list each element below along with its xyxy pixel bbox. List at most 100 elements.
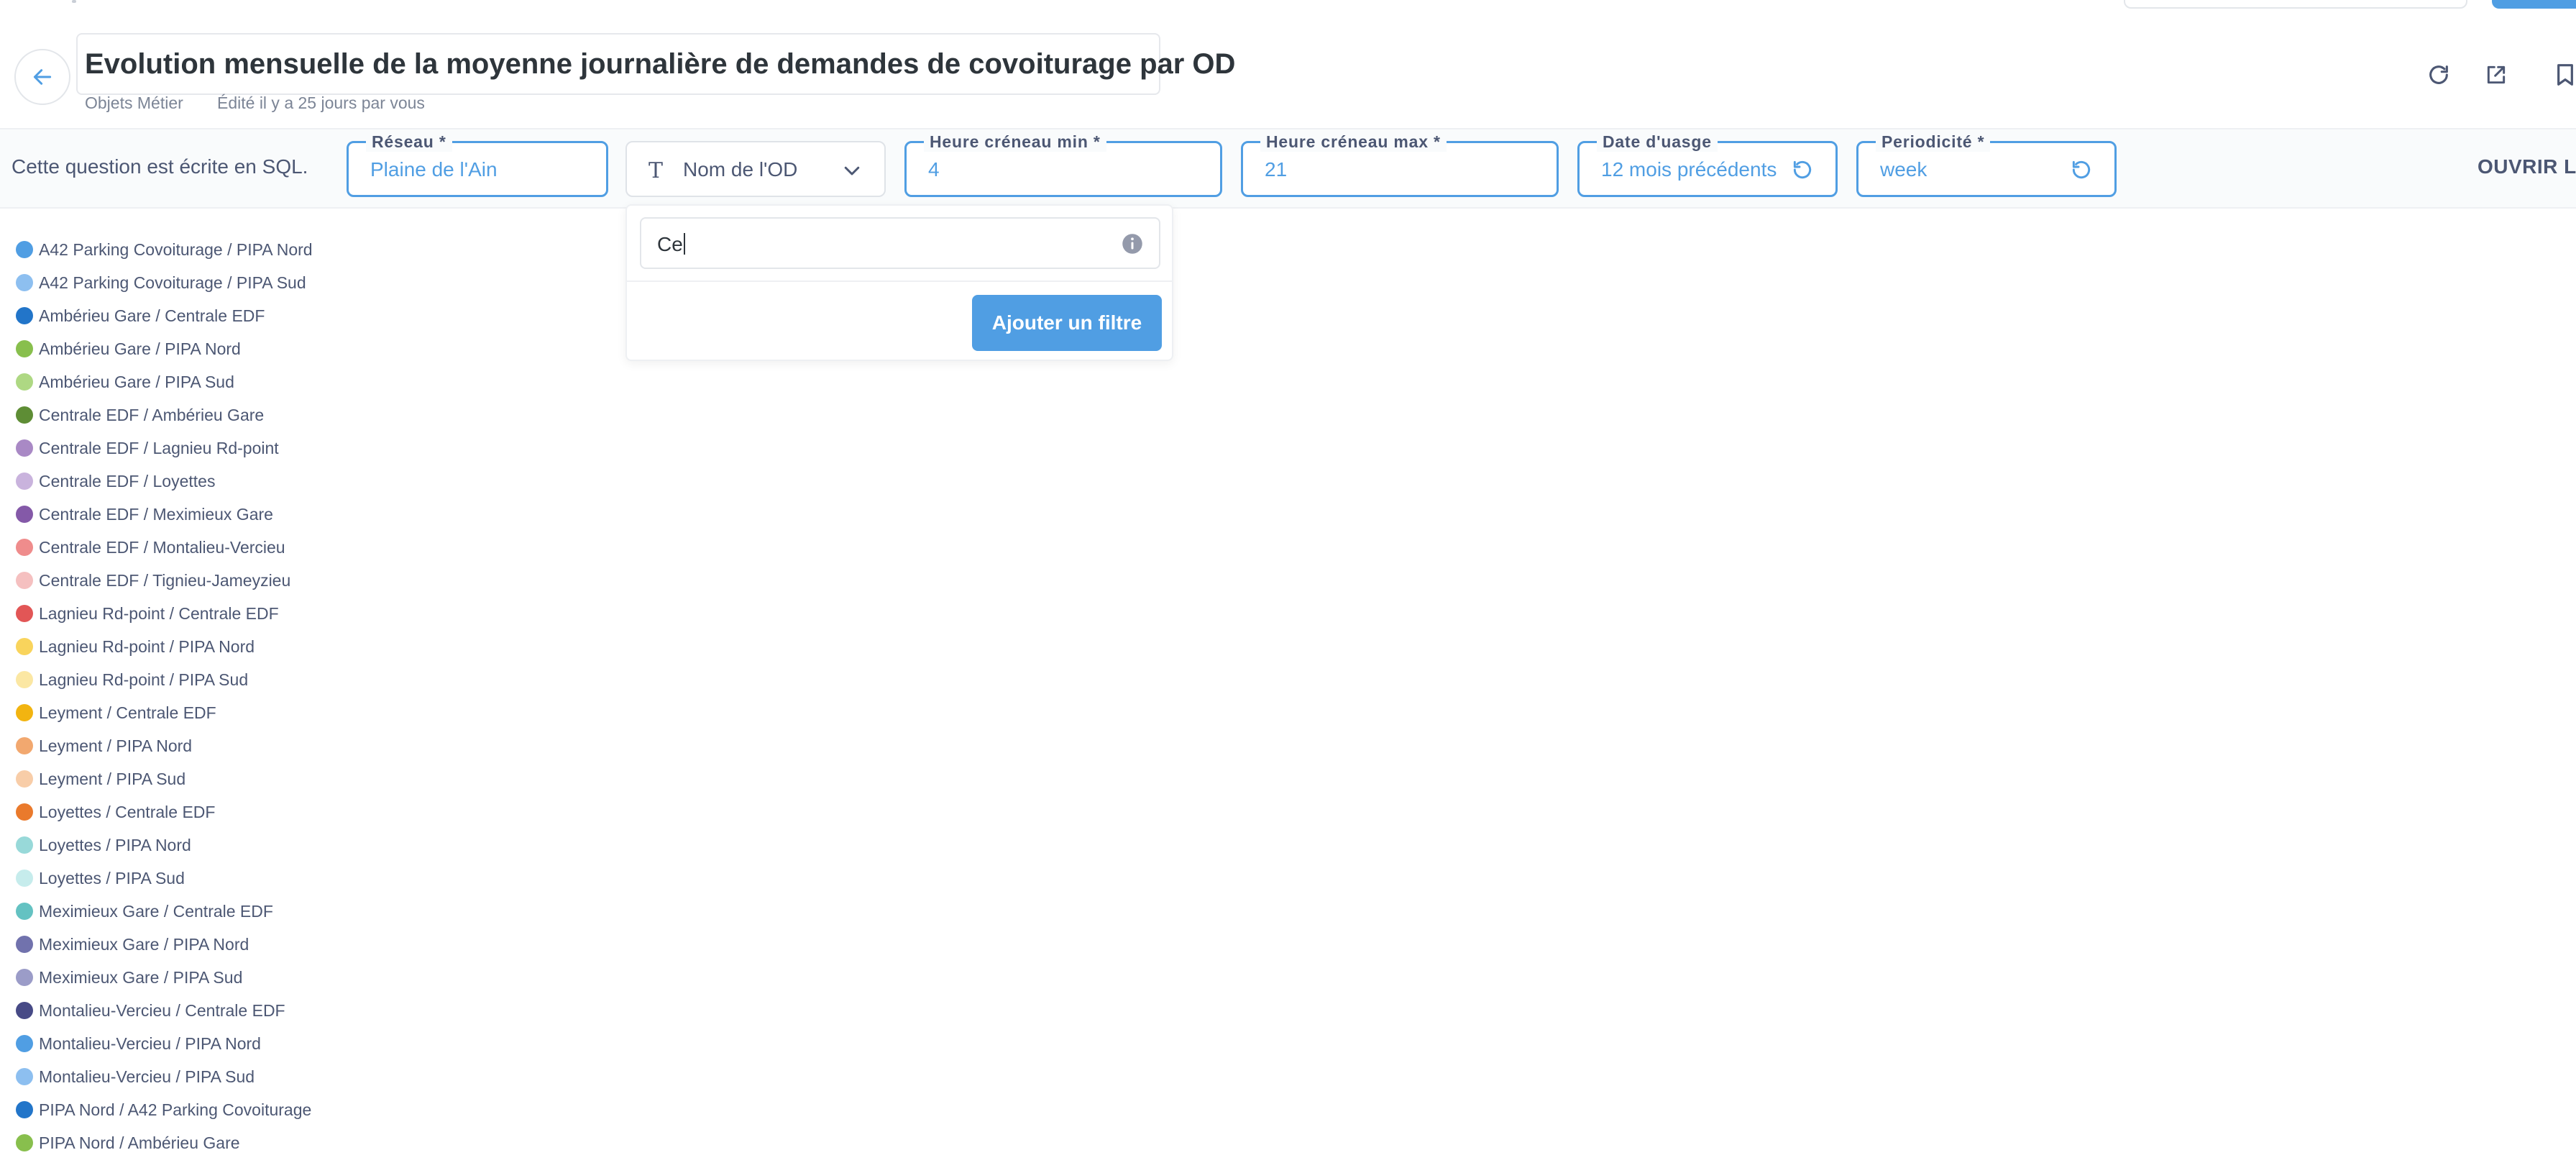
new-button[interactable]	[2492, 0, 2576, 9]
legend-color-dot	[16, 836, 33, 854]
legend-item[interactable]: Montalieu-Vercieu / Centrale EDF	[16, 994, 313, 1027]
legend-item[interactable]: Montalieu-Vercieu / PIPA Nord	[16, 1027, 313, 1060]
legend-item[interactable]: Centrale EDF / Loyettes	[16, 465, 313, 498]
legend-item[interactable]: Centrale EDF / Meximieux Gare	[16, 498, 313, 531]
legend-item-label: Centrale EDF / Meximieux Gare	[39, 504, 273, 524]
param-periodicite[interactable]: Periodicité * week	[1856, 132, 2117, 197]
legend-item[interactable]: PIPA Nord / A42 Parking Covoiturage	[16, 1093, 313, 1126]
legend-color-dot	[16, 1101, 33, 1118]
legend-item[interactable]: PIPA Nord / Ambérieu Gare	[16, 1126, 313, 1159]
legend-color-dot	[16, 671, 33, 688]
legend-item[interactable]: Leyment / Centrale EDF	[16, 696, 313, 729]
legend-item-label: Ambérieu Gare / PIPA Nord	[39, 339, 241, 358]
legend-item-label: Montalieu-Vercieu / PIPA Sud	[39, 1067, 255, 1086]
legend-item[interactable]: Lagnieu Rd-point / PIPA Nord	[16, 630, 313, 663]
legend-color-dot	[16, 307, 33, 324]
bookmark-button[interactable]	[2549, 59, 2576, 91]
chart-legend: A42 Parking Covoiturage / PIPA Nord A42 P…	[16, 233, 313, 1159]
legend-color-dot	[16, 439, 33, 457]
legend-item-label: Loyettes / PIPA Sud	[39, 868, 185, 888]
legend-item-label: Centrale EDF / Lagnieu Rd-point	[39, 438, 279, 457]
share-button[interactable]	[2480, 59, 2512, 91]
legend-item[interactable]: Loyettes / PIPA Sud	[16, 862, 313, 895]
legend-item-label: Leyment / PIPA Nord	[39, 736, 193, 755]
legend-color-dot	[16, 1134, 33, 1151]
legend-item[interactable]: Meximieux Gare / Centrale EDF	[16, 895, 313, 928]
legend-item[interactable]: Centrale EDF / Montalieu-Vercieu	[16, 531, 313, 564]
collection-link[interactable]: Objets Métier	[85, 93, 183, 113]
param-heure-min[interactable]: Heure créneau min * 4	[904, 132, 1222, 197]
legend-color-dot	[16, 803, 33, 821]
param-date-usage[interactable]: Date d'uasge 12 mois précédents	[1577, 132, 1838, 197]
legend-item[interactable]: Montalieu-Vercieu / PIPA Sud	[16, 1060, 313, 1093]
legend-color-dot	[16, 936, 33, 953]
legend-item[interactable]: Ambérieu Gare / Centrale EDF	[16, 299, 313, 332]
add-filter-button[interactable]: Ajouter un filtre	[972, 295, 1162, 351]
question-title-field[interactable]: Evolution mensuelle de la moyenne journa…	[76, 33, 1235, 95]
legend-item[interactable]: Meximieux Gare / PIPA Nord	[16, 928, 313, 961]
legend-item-label: Centrale EDF / Tignieu-Jameyzieu	[39, 570, 291, 590]
legend-item-label: Centrale EDF / Ambérieu Gare	[39, 405, 265, 424]
legend-color-dot	[16, 1068, 33, 1085]
reset-icon[interactable]	[1791, 158, 1814, 181]
legend-item[interactable]: Loyettes / PIPA Nord	[16, 829, 313, 862]
legend-item-label: Lagnieu Rd-point / PIPA Sud	[39, 670, 249, 689]
legend-item-label: Leyment / Centrale EDF	[39, 703, 216, 722]
legend-item[interactable]: Ambérieu Gare / PIPA Sud	[16, 365, 313, 398]
legend-item-label: Montalieu-Vercieu / PIPA Nord	[39, 1034, 261, 1053]
legend-color-dot	[16, 473, 33, 490]
search-bar[interactable]	[2124, 0, 2467, 9]
legend-item-label: Meximieux Gare / Centrale EDF	[39, 901, 273, 921]
legend-item[interactable]: A42 Parking Covoiturage / PIPA Nord	[16, 233, 313, 266]
legend-item[interactable]: Lagnieu Rd-point / PIPA Sud	[16, 663, 313, 696]
legend-color-dot	[16, 572, 33, 589]
share-icon	[2487, 65, 2506, 84]
legend-item-label: Lagnieu Rd-point / Centrale EDF	[39, 603, 279, 623]
legend-item-label: Meximieux Gare / PIPA Nord	[39, 934, 249, 954]
sql-note: Cette question est écrite en SQL.	[12, 155, 308, 178]
legend-color-dot	[16, 539, 33, 556]
text-type-icon: T	[648, 158, 664, 183]
back-button[interactable]	[14, 49, 70, 105]
info-icon[interactable]	[1122, 233, 1143, 255]
text-caret	[683, 233, 685, 255]
legend-item[interactable]: Ambérieu Gare / PIPA Nord	[16, 332, 313, 365]
legend-color-dot	[16, 605, 33, 622]
legend-item[interactable]: Lagnieu Rd-point / Centrale EDF	[16, 597, 313, 630]
last-edited-info[interactable]: Édité il y a 25 jours par vous	[217, 93, 425, 113]
legend-item[interactable]: Meximieux Gare / PIPA Sud	[16, 961, 313, 994]
refresh-button[interactable]	[2423, 59, 2454, 91]
legend-item-label: Ambérieu Gare / Centrale EDF	[39, 306, 265, 325]
legend-color-dot	[16, 870, 33, 887]
legend-color-dot	[16, 1002, 33, 1019]
param-od-filter[interactable]: T Nom de l'OD	[625, 141, 886, 197]
legend-item[interactable]: Loyettes / Centrale EDF	[16, 795, 313, 829]
od-filter-input-value: Ce	[657, 233, 683, 255]
reset-icon[interactable]	[2070, 158, 2093, 181]
param-reseau[interactable]: Réseau * Plaine de l'Ain	[347, 132, 608, 197]
legend-item[interactable]: Leyment / PIPA Nord	[16, 729, 313, 762]
legend-color-dot	[16, 638, 33, 655]
legend-color-dot	[16, 969, 33, 986]
legend-item-label: A42 Parking Covoiturage / PIPA Nord	[39, 239, 313, 259]
legend-item[interactable]: Centrale EDF / Ambérieu Gare	[16, 398, 313, 432]
param-reseau-label: Réseau *	[366, 132, 452, 152]
popover-divider	[627, 280, 1172, 282]
open-editor-link[interactable]: OUVRIR L'É	[2478, 155, 2576, 178]
legend-item-label: Loyettes / PIPA Nord	[39, 835, 191, 854]
param-od-label: Nom de l'OD	[683, 158, 798, 181]
legend-item[interactable]: Leyment / PIPA Sud	[16, 762, 313, 795]
legend-item[interactable]: A42 Parking Covoiturage / PIPA Sud	[16, 266, 313, 299]
refresh-icon	[2429, 65, 2448, 84]
legend-item-label: Ambérieu Gare / PIPA Sud	[39, 372, 234, 391]
legend-item[interactable]: Centrale EDF / Tignieu-Jameyzieu	[16, 564, 313, 597]
legend-color-dot	[16, 903, 33, 920]
param-periodicite-value: week	[1880, 158, 1928, 181]
legend-item[interactable]: Centrale EDF / Lagnieu Rd-point	[16, 432, 313, 465]
param-heure-max[interactable]: Heure créneau max * 21	[1241, 132, 1559, 197]
legend-item-label: Lagnieu Rd-point / PIPA Nord	[39, 637, 255, 656]
od-filter-input[interactable]: Ce	[640, 217, 1160, 269]
legend-item-label: Montalieu-Vercieu / Centrale EDF	[39, 1000, 285, 1020]
param-date-usage-label: Date d'uasge	[1597, 132, 1718, 152]
legend-item-label: Loyettes / Centrale EDF	[39, 802, 216, 821]
